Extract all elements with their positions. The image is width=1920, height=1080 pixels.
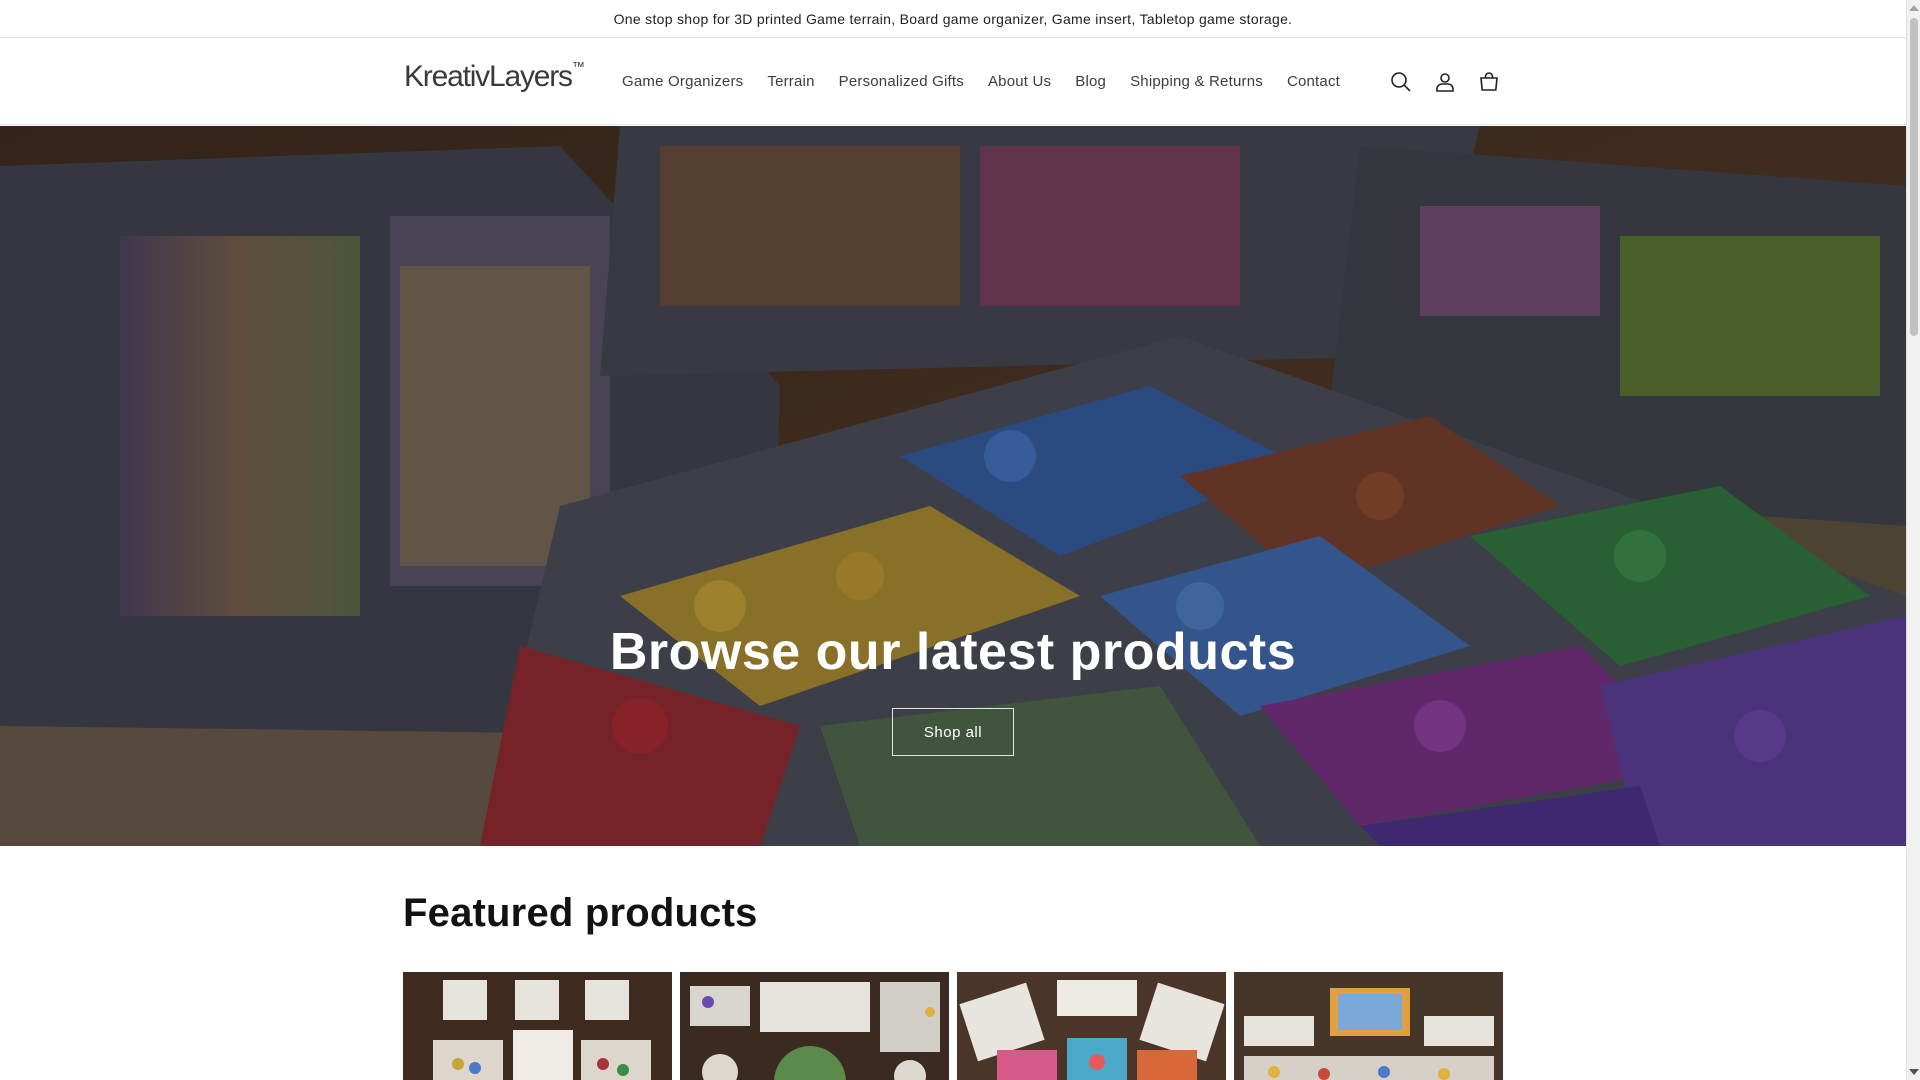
account-button[interactable] [1430,67,1460,97]
product-image [957,972,1226,1080]
scroll-thumb[interactable] [1910,18,1918,336]
featured-products-grid [403,972,1503,1080]
nav-item-contact[interactable]: Contact [1275,73,1352,90]
search-button[interactable] [1386,67,1416,97]
header-icons [1386,38,1504,125]
search-icon [1391,71,1411,92]
account-icon [1436,72,1454,92]
cart-icon [1480,71,1498,91]
product-card[interactable] [680,972,949,1080]
page-scrollbar[interactable] [1906,0,1920,1080]
brand-logo[interactable]: KreativLayers™ [404,59,585,94]
nav-item-shipping-returns[interactable]: Shipping & Returns [1118,73,1275,90]
product-image [403,972,672,1080]
nav-item-game-organizers[interactable]: Game Organizers [610,73,755,90]
page: One stop shop for 3D printed Game terrai… [0,0,1906,1080]
cart-button[interactable] [1474,67,1504,97]
nav-item-blog[interactable]: Blog [1063,73,1118,90]
product-image [680,972,949,1080]
product-image [1234,972,1503,1080]
featured-products-title: Featured products [403,891,758,935]
brand-name: KreativLayers [404,60,573,93]
product-card[interactable] [1234,972,1503,1080]
trademark-mark: ™ [571,59,585,74]
site-header: KreativLayers™ Game Organizers Terrain P… [0,38,1906,125]
nav-item-terrain[interactable]: Terrain [755,73,826,90]
nav-item-personalized-gifts[interactable]: Personalized Gifts [827,73,976,90]
main-nav: Game Organizers Terrain Personalized Gif… [610,38,1352,125]
hero-title: Browse our latest products [609,623,1297,681]
nav-item-about-us[interactable]: About Us [976,73,1063,90]
shop-all-button[interactable]: Shop all [892,708,1014,756]
product-card[interactable] [957,972,1226,1080]
product-card[interactable] [403,972,672,1080]
scroll-up-arrow-icon[interactable] [1909,5,1919,11]
announcement-bar: One stop shop for 3D printed Game terrai… [0,0,1906,38]
scroll-down-arrow-icon[interactable] [1909,1069,1919,1075]
hero-banner: Browse our latest products Shop all [0,126,1906,846]
